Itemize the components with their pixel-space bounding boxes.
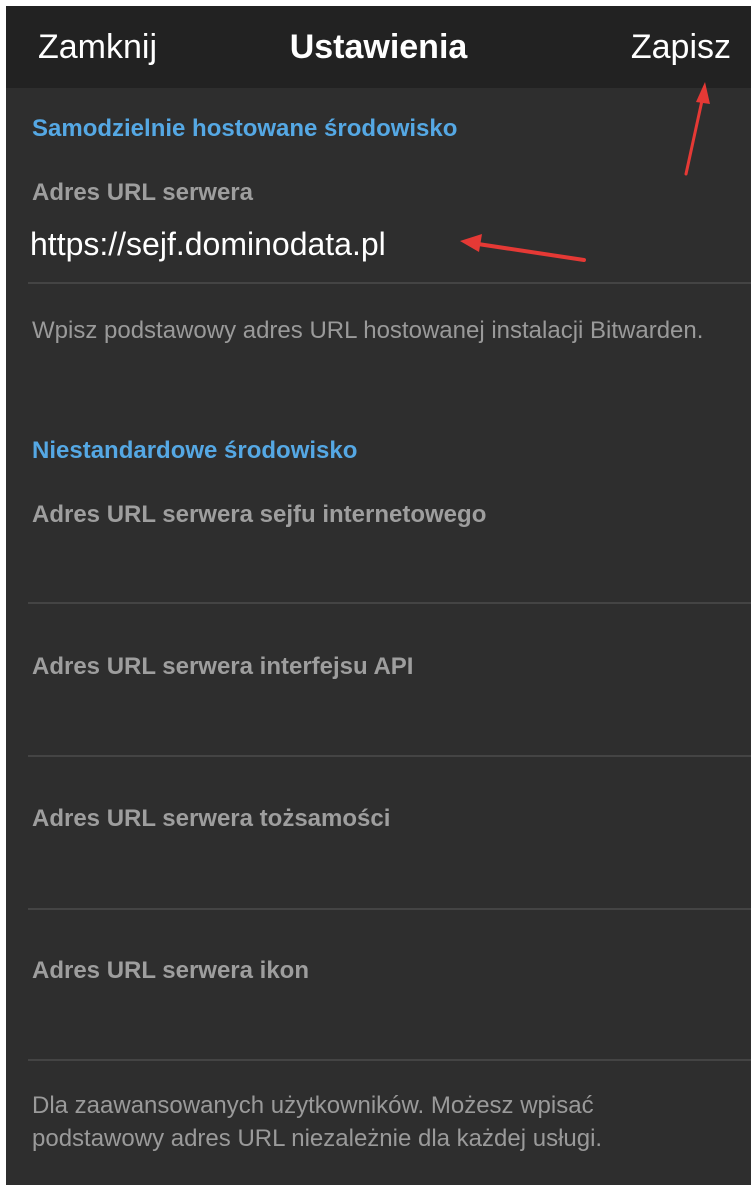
divider [28, 602, 751, 604]
server-url-label: Adres URL serwera [32, 179, 253, 206]
identity-url-label: Adres URL serwera tożsamości [32, 805, 391, 832]
divider [28, 282, 751, 284]
identity-url-field[interactable] [30, 850, 710, 890]
self-hosted-hint: Wpisz podstawowy adres URL hostowanej in… [32, 317, 704, 344]
navigation-bar: Zamknij Ustawienia Zapisz [6, 6, 751, 88]
server-url-field[interactable] [30, 224, 710, 264]
web-vault-url-label: Adres URL serwera sejfu internetowego [32, 501, 487, 528]
divider [28, 1059, 751, 1061]
custom-hint: Dla zaawansowanych użytkowników. Możesz … [32, 1092, 603, 1152]
icons-url-field[interactable] [30, 1002, 710, 1042]
divider [28, 908, 751, 910]
settings-screen: Zamknij Ustawienia Zapisz Samodzielnie h… [6, 6, 751, 1185]
divider [28, 755, 751, 757]
api-url-label: Adres URL serwera interfejsu API [32, 653, 414, 680]
save-button[interactable]: Zapisz [631, 25, 731, 69]
arrow-to-save-icon [684, 82, 710, 176]
icons-url-label: Adres URL serwera ikon [32, 957, 309, 984]
self-hosted-section-title: Samodzielnie hostowane środowisko [32, 115, 458, 142]
web-vault-url-field[interactable] [30, 546, 710, 586]
api-url-field[interactable] [30, 698, 710, 738]
custom-section-title: Niestandardowe środowisko [32, 437, 358, 464]
